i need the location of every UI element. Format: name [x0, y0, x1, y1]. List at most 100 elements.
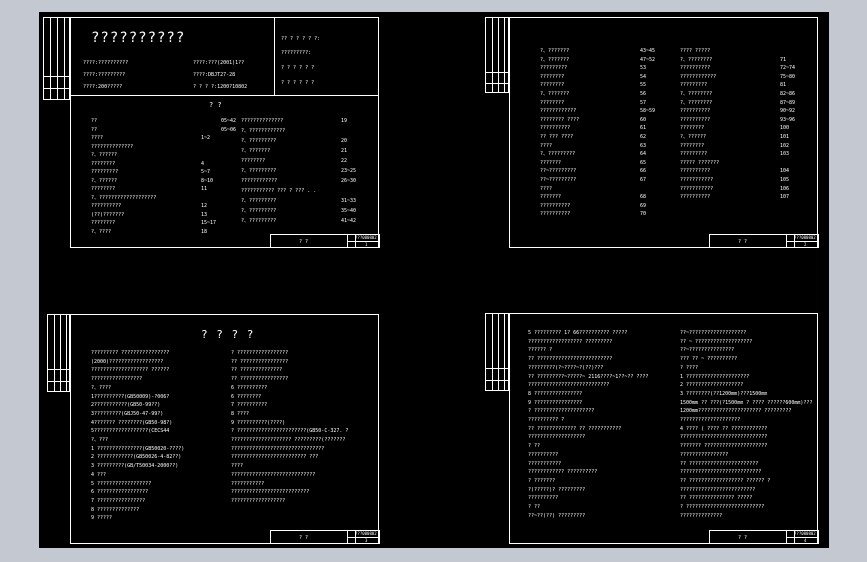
note-line: 8 ????????????????	[528, 390, 583, 397]
note-line: ?? ????????????????	[231, 358, 289, 365]
page-number: 104	[780, 168, 790, 175]
contents-entry: ???????	[540, 159, 562, 166]
sheet-3-frame[interactable]: ? ? ? ? ????????? ???????????????? (2000)…	[70, 314, 380, 544]
contents-entry: ?????????	[91, 169, 119, 175]
note-line: ? ????	[680, 364, 699, 371]
contents-entry: ??????????????	[241, 118, 284, 124]
note-line: 1??????????(GB50009)-?006?	[91, 393, 170, 400]
note-line: ? ???????????????????????(GB50-C-327. ?	[231, 428, 349, 435]
title-block-2: ? ? ???080802 2	[709, 234, 819, 248]
contents-entry: ????	[91, 135, 104, 141]
note-line: ??????????????????	[231, 497, 286, 504]
info-right-1: ????:???(2001)1??	[193, 60, 245, 66]
note-line: ? ??	[528, 504, 541, 510]
page-number: 35~40	[341, 208, 357, 214]
title-block-name: ? ?	[738, 239, 748, 245]
note-line: ?????????????????????????	[680, 486, 756, 493]
contents-entry: ????????	[680, 142, 705, 149]
sheet-1-frame[interactable]: ?????????? ????:?????????? ????:????????…	[70, 17, 380, 248]
note-line: ?? ??????????????? ?????	[680, 495, 753, 502]
note-line: 4??????? ????????(GB50-98?)	[91, 419, 173, 426]
note-line: ?????? ?	[528, 347, 553, 354]
note-line: ??????????	[528, 495, 559, 502]
contents-entry: (??)???????	[91, 211, 125, 218]
contents-entry: ?、?????????	[540, 151, 576, 158]
contents-entry: ??????????	[91, 203, 122, 209]
note-line: ?、????	[91, 384, 112, 391]
page-number: 5~7	[201, 169, 211, 175]
page-number: 60	[640, 116, 647, 123]
contents-entry: ??????????	[680, 194, 711, 201]
title-block-3: ? ? ???080802 3	[270, 530, 380, 544]
contents-entry: ????	[540, 142, 553, 149]
page-number: 69	[640, 202, 647, 209]
info-left-3: ????:200?????	[83, 84, 123, 90]
note-line: ???????????????????????????????	[231, 445, 325, 452]
contents-entry: ???????????	[680, 177, 714, 183]
page-number: 12	[201, 203, 208, 209]
page-number: 100	[780, 125, 790, 132]
note-line: ? ?????????????????	[231, 350, 289, 356]
page-number: 4	[201, 160, 205, 167]
contents-entry: ?、?????????	[241, 218, 277, 224]
title-block-page: 1	[365, 242, 368, 247]
info-box-1: ?? ? ? ? ? ?:	[281, 36, 321, 42]
note-line: 7 ????????????????	[91, 497, 146, 504]
note-line: ? ??	[528, 443, 541, 450]
contents-entry: ????????	[540, 99, 565, 106]
page-number: 18	[201, 228, 208, 235]
info-box-3: ? ? ? ? ? ?	[281, 65, 315, 71]
sheet-2-frame[interactable]: ?、??????? 43~45 ?、??????? 47~52????????? 53?…	[509, 17, 819, 248]
contents-entry: ?、???????	[540, 48, 570, 54]
page-number: 101	[780, 134, 790, 140]
contents-entry: ?、?????????	[241, 138, 277, 144]
note-line: 8 ??????????????	[91, 506, 140, 513]
title-block-4: ? ? ???080802 4	[709, 530, 819, 544]
info-box-4: ? ? ? ? ? ?	[281, 80, 315, 86]
page-number: 11	[201, 186, 208, 192]
drawing-canvas[interactable]: ?????????? ????:?????????? ????:????????…	[39, 12, 829, 548]
page-number: 87~89	[780, 99, 796, 106]
note-line: ?? ???????????????????????	[680, 460, 759, 467]
title-block-page: 4	[804, 538, 807, 543]
note-line: ??~??(??) ?????????	[528, 512, 586, 519]
note-line: 9 ?????	[91, 515, 113, 522]
page-number: 68	[640, 194, 647, 201]
page-number: 57	[640, 99, 647, 106]
page-number: 106	[780, 185, 790, 192]
page-number: 20	[341, 138, 348, 144]
title-block-name: ? ?	[738, 535, 748, 541]
sheet-4-frame[interactable]: 5 ????????? 1? 66?????????? ????????????…	[509, 313, 819, 544]
note-line: 3 ????????(??1200mm)???1500mm	[680, 390, 768, 397]
contents-entry: ??????????	[680, 108, 711, 115]
binding-strip-4	[485, 313, 509, 391]
contents-entry: ?、????????	[680, 99, 713, 106]
contents-entry: ???? ?????	[680, 48, 711, 54]
contents-entry: ????????	[91, 186, 116, 192]
page-number: 22	[341, 158, 348, 164]
contents-entry: ???????? ????	[540, 116, 580, 123]
page-number: 93~96	[780, 116, 796, 123]
contents-entry: ?、????????	[680, 91, 713, 97]
title-block-1: ? ? ???080802 1	[270, 234, 380, 248]
note-line: ????	[231, 463, 244, 470]
page-number: 31~33	[341, 198, 357, 204]
note-line: ??????????	[528, 451, 559, 458]
title-block-code: ???080802	[355, 531, 377, 536]
page-number: 105	[780, 177, 790, 183]
page-number: 66	[640, 168, 647, 175]
info-right-2: ????:DBJT27-28	[193, 72, 236, 78]
page-number: 70	[640, 211, 647, 218]
page-number: 47~52	[640, 56, 656, 63]
note-line: ?????????????????	[91, 376, 143, 383]
page-number: 72~74	[780, 65, 796, 72]
note-line: ??????????????	[680, 512, 723, 519]
note-line: ??? ?? ~ ??????????	[680, 356, 738, 363]
contents-entry: ?、??????	[91, 177, 118, 184]
note-line: ????????????????	[680, 451, 729, 458]
contents-entry: ????????????	[540, 108, 577, 115]
page-number: 43~45	[640, 48, 656, 54]
note-line: ???????????	[231, 480, 265, 487]
note-line: ?? ????????????? ?? ???????????	[528, 425, 622, 432]
contents-entry: ?、???????	[241, 148, 271, 154]
